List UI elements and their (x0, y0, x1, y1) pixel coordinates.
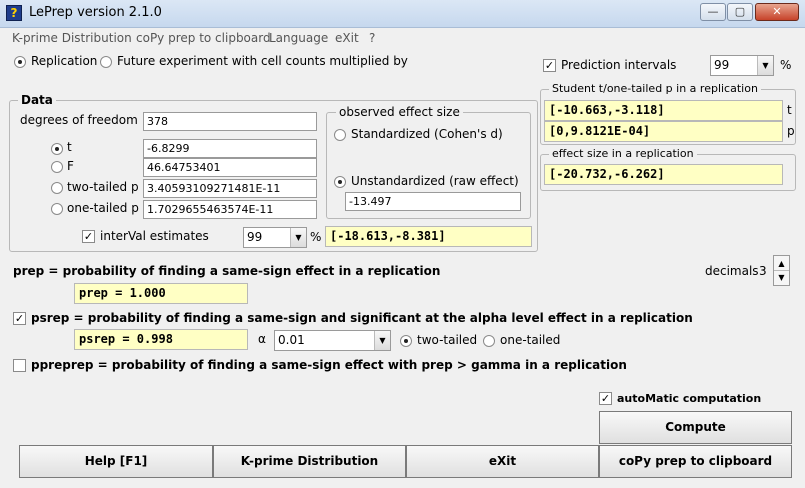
replication-label: Replication (31, 54, 98, 68)
spin-up-icon[interactable]: ▲ (774, 256, 789, 271)
menu-kprime[interactable]: K-prime Distribution (12, 31, 132, 45)
app-icon: ? (6, 5, 22, 21)
close-button[interactable]: ✕ (755, 3, 799, 21)
copy-prep-button[interactable]: coPy prep to clipboard (599, 445, 792, 478)
two-tailed-radio[interactable] (400, 335, 412, 347)
prep-result: prep = 1.000 (74, 283, 248, 304)
spin-down-icon[interactable]: ▼ (774, 271, 789, 285)
one-tailed-p-label: one-tailed p (67, 201, 139, 215)
one-tailed-radio[interactable] (483, 335, 495, 347)
decimals-label: decimals (705, 264, 759, 278)
prediction-intervals-checkbox[interactable]: ✓ (543, 59, 556, 72)
future-experiment-label: Future experiment with cell counts multi… (117, 54, 408, 68)
t-interval-result: [-10.663,-3.118] (544, 100, 783, 121)
chevron-down-icon: ▼ (757, 56, 773, 75)
interval-estimates-label: interVal estimates (100, 229, 209, 243)
one-tailed-p-input[interactable]: 1.7029655463574E-11 (143, 200, 317, 219)
two-tailed-p-input[interactable]: 3.40593109271481E-11 (143, 179, 317, 198)
decimals-spinner[interactable]: ▲ ▼ (773, 255, 790, 286)
t-label: t (67, 140, 72, 154)
menu-bar: K-prime Distribution coPy prep to clipbo… (0, 28, 805, 48)
effect-size-result: [-20.732,-6.262] (544, 164, 783, 185)
one-tailed-label: one-tailed (500, 333, 561, 347)
two-tailed-p-label: two-tailed p (67, 180, 139, 194)
replication-radio[interactable] (14, 56, 26, 68)
f-label: F (67, 159, 74, 173)
minimize-button[interactable]: — (700, 3, 726, 21)
prep-label: prep = probability of finding a same-sig… (13, 264, 441, 278)
p-suffix: p (787, 124, 795, 138)
student-group-title: Student t/one-tailed p in a replication (549, 82, 761, 95)
automatic-computation-checkbox[interactable]: ✓ (599, 392, 612, 405)
standardized-label: Standardized (Cohen's d) (351, 127, 503, 141)
two-tailed-p-radio[interactable] (51, 182, 63, 194)
p-interval-result: [0,9.8121E-04] (544, 121, 783, 142)
psrep-checkbox[interactable]: ✓ (13, 312, 26, 325)
t-input[interactable]: -6.8299 (143, 139, 317, 158)
kprime-button[interactable]: K-prime Distribution (213, 445, 406, 478)
window-title: LePrep version 2.1.0 (29, 5, 162, 20)
t-radio[interactable] (51, 143, 63, 155)
unstandardized-radio[interactable] (334, 176, 346, 188)
help-button[interactable]: Help [F1] (19, 445, 213, 478)
two-tailed-label: two-tailed (417, 333, 478, 347)
interval-level-select[interactable]: 99 ▼ (243, 227, 307, 248)
t-suffix: t (787, 103, 792, 117)
alpha-symbol: α (258, 332, 266, 346)
unstandardized-label: Unstandardized (raw effect) (351, 174, 519, 188)
psrep-result: psrep = 0.998 (74, 329, 248, 350)
menu-exit[interactable]: eXit (335, 31, 359, 45)
interval-level-value: 99 (247, 230, 263, 244)
menu-language[interactable]: Language (269, 31, 328, 45)
psrep-label: psrep = probability of finding a same-si… (31, 311, 693, 325)
title-bar: ? LePrep version 2.1.0 — ▢ ✕ (0, 0, 805, 28)
effect-size-group-title: effect size in a replication (549, 147, 697, 160)
one-tailed-p-radio[interactable] (51, 203, 63, 215)
compute-button[interactable]: Compute (599, 411, 792, 444)
prediction-percent: % (780, 58, 792, 72)
df-label: degrees of freedom (20, 113, 138, 127)
interval-estimate-result: [-18.613,-8.381] (325, 226, 532, 247)
automatic-computation-label: autoMatic computation (617, 392, 762, 405)
chevron-down-icon: ▼ (374, 331, 390, 350)
f-input[interactable]: 46.64753401 (143, 158, 317, 177)
standardized-radio[interactable] (334, 129, 346, 141)
interval-percent: % (310, 230, 322, 244)
exit-button[interactable]: eXit (406, 445, 599, 478)
df-input[interactable]: 378 (143, 112, 317, 131)
alpha-select[interactable]: 0.01 ▼ (274, 330, 391, 351)
decimals-value: 3 (759, 264, 767, 278)
future-experiment-radio[interactable] (100, 56, 112, 68)
chevron-down-icon: ▼ (290, 228, 306, 247)
prediction-level-select[interactable]: 99 ▼ (710, 55, 774, 76)
prediction-level-value: 99 (714, 58, 730, 72)
data-group-title: Data (18, 93, 56, 107)
f-radio[interactable] (51, 161, 63, 173)
prediction-intervals-label: Prediction intervals (561, 58, 677, 72)
maximize-button[interactable]: ▢ (727, 3, 753, 21)
alpha-value: 0.01 (278, 333, 305, 347)
interval-estimates-checkbox[interactable]: ✓ (82, 230, 95, 243)
ppreprep-checkbox[interactable] (13, 359, 26, 372)
observed-effect-title: observed effect size (336, 105, 463, 119)
ppreprep-label: ppreprep = probability of finding a same… (31, 358, 627, 372)
menu-copy-prep[interactable]: coPy prep to clipboard (136, 31, 271, 45)
menu-help[interactable]: ? (369, 31, 375, 45)
raw-effect-input[interactable]: -13.497 (345, 192, 521, 211)
